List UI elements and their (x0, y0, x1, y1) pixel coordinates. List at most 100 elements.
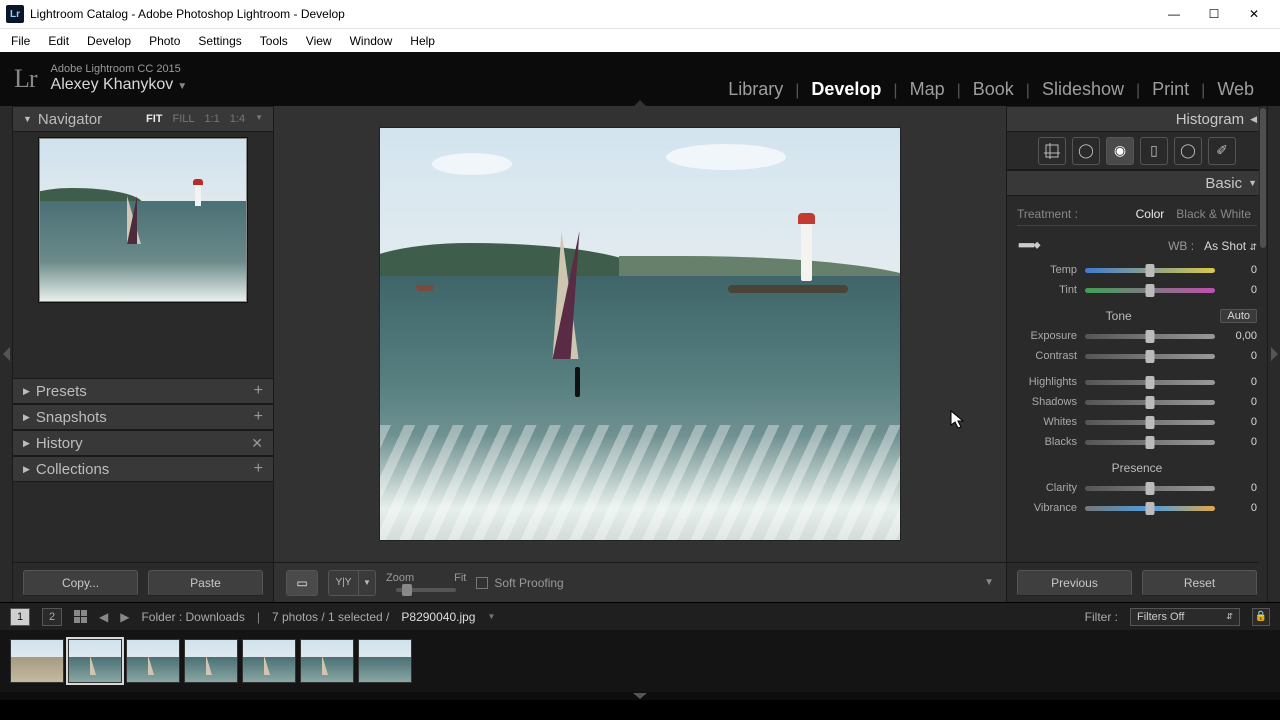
add-icon[interactable]: + (254, 408, 263, 426)
blacks-value[interactable]: 0 (1223, 436, 1257, 448)
navigator-header[interactable]: ▼ Navigator FIT FILL 1:1 1:4 ▼ (13, 106, 273, 132)
treatment-color[interactable]: Color (1130, 207, 1171, 221)
menu-window[interactable]: Window (341, 29, 402, 53)
menu-develop[interactable]: Develop (78, 29, 140, 53)
folder-path[interactable]: Folder : Downloads (141, 610, 244, 624)
right-panel-toggle[interactable] (1268, 106, 1280, 602)
clarity-slider[interactable] (1085, 486, 1215, 491)
toolbar-menu-icon[interactable]: ▼ (984, 577, 994, 588)
navigator-preview[interactable] (13, 132, 273, 378)
before-after-y-button[interactable]: Y|Y (329, 571, 359, 595)
nav-zoom-fill[interactable]: FILL (172, 113, 194, 125)
collections-header[interactable]: ▶Collections + (13, 456, 273, 482)
vibrance-slider[interactable] (1085, 506, 1215, 511)
menu-help[interactable]: Help (401, 29, 444, 53)
grid-view-icon[interactable] (74, 610, 87, 623)
exposure-slider[interactable] (1085, 334, 1215, 339)
window-maximize-button[interactable]: ☐ (1194, 0, 1234, 28)
menu-tools[interactable]: Tools (251, 29, 297, 53)
thumbnail[interactable] (68, 639, 122, 683)
chevron-down-icon[interactable]: ▼ (487, 612, 495, 621)
menu-settings[interactable]: Settings (189, 29, 250, 53)
blacks-slider[interactable] (1085, 440, 1215, 445)
window-close-button[interactable]: ✕ (1234, 0, 1274, 28)
graduated-filter-tool[interactable]: ▯ (1140, 137, 1168, 165)
wb-dropdown[interactable]: As Shot ⇵ (1204, 239, 1257, 253)
before-after-menu[interactable]: ▼ (359, 571, 375, 595)
filmstrip-next-icon[interactable]: ▶ (120, 610, 129, 624)
temp-slider[interactable] (1085, 268, 1215, 273)
shadows-value[interactable]: 0 (1223, 396, 1257, 408)
crop-tool[interactable] (1038, 137, 1066, 165)
module-map[interactable]: Map (898, 79, 957, 100)
filter-lock-icon[interactable]: 🔒 (1252, 608, 1270, 626)
adjustment-brush-tool[interactable]: ✐ (1208, 137, 1236, 165)
thumbnail[interactable] (184, 639, 238, 683)
temp-value[interactable]: 0 (1223, 264, 1257, 276)
nav-zoom-1-1[interactable]: 1:1 (204, 113, 219, 125)
second-monitor-2[interactable]: 2 (42, 608, 62, 626)
presets-header[interactable]: ▶Presets + (13, 378, 273, 404)
contrast-value[interactable]: 0 (1223, 350, 1257, 362)
current-filename[interactable]: P8290040.jpg (401, 610, 475, 624)
tint-slider[interactable] (1085, 288, 1215, 293)
basic-header[interactable]: Basic ▼ (1007, 170, 1267, 196)
chevron-down-icon[interactable]: ▼ (255, 113, 263, 125)
histogram-header[interactable]: Histogram ◀ (1007, 106, 1267, 132)
radial-filter-tool[interactable]: ◯ (1174, 137, 1202, 165)
vibrance-value[interactable]: 0 (1223, 502, 1257, 514)
loupe-view-button[interactable]: ▭ (287, 571, 317, 595)
thumbnail[interactable] (10, 639, 64, 683)
reset-button[interactable]: Reset (1142, 570, 1257, 596)
filmstrip[interactable] (0, 630, 1280, 692)
left-panel-toggle[interactable] (0, 106, 12, 602)
identity-plate[interactable]: Alexey Khanykov▼ (51, 76, 188, 94)
snapshots-header[interactable]: ▶Snapshots + (13, 404, 273, 430)
tint-value[interactable]: 0 (1223, 284, 1257, 296)
thumbnail[interactable] (358, 639, 412, 683)
module-book[interactable]: Book (961, 79, 1026, 100)
clarity-value[interactable]: 0 (1223, 482, 1257, 494)
contrast-slider[interactable] (1085, 354, 1215, 359)
thumbnail[interactable] (242, 639, 296, 683)
redeye-tool[interactable]: ◉ (1106, 137, 1134, 165)
filter-select[interactable]: Filters Off⇵ (1130, 608, 1240, 626)
module-web[interactable]: Web (1205, 79, 1266, 100)
menu-edit[interactable]: Edit (39, 29, 78, 53)
menu-photo[interactable]: Photo (140, 29, 189, 53)
add-icon[interactable]: + (254, 382, 263, 400)
thumbnail[interactable] (300, 639, 354, 683)
white-balance-picker-icon[interactable] (1013, 229, 1047, 263)
window-minimize-button[interactable]: — (1154, 0, 1194, 28)
copy-button[interactable]: Copy... (23, 570, 138, 596)
photo-canvas[interactable] (380, 128, 900, 540)
highlights-slider[interactable] (1085, 380, 1215, 385)
filmstrip-prev-icon[interactable]: ◀ (99, 610, 108, 624)
close-icon[interactable]: ✕ (251, 435, 263, 452)
second-monitor-1[interactable]: 1 (10, 608, 30, 626)
canvas-area[interactable] (274, 106, 1006, 562)
treatment-bw[interactable]: Black & White (1170, 207, 1257, 221)
previous-button[interactable]: Previous (1017, 570, 1132, 596)
spot-removal-tool[interactable]: ◯ (1072, 137, 1100, 165)
add-icon[interactable]: + (254, 460, 263, 478)
highlights-value[interactable]: 0 (1223, 376, 1257, 388)
module-slideshow[interactable]: Slideshow (1030, 79, 1136, 100)
module-library[interactable]: Library (716, 79, 795, 100)
thumbnail[interactable] (126, 639, 180, 683)
module-develop[interactable]: Develop (799, 79, 893, 100)
paste-button[interactable]: Paste (148, 570, 263, 596)
menu-file[interactable]: File (2, 29, 39, 53)
shadows-slider[interactable] (1085, 400, 1215, 405)
menu-view[interactable]: View (297, 29, 341, 53)
right-scrollbar[interactable] (1259, 106, 1267, 602)
history-header[interactable]: ▶History ✕ (13, 430, 273, 456)
zoom-slider[interactable]: ZoomFit (386, 573, 466, 592)
exposure-value[interactable]: 0,00 (1223, 330, 1257, 342)
soft-proofing-checkbox[interactable]: Soft Proofing (476, 576, 563, 590)
auto-tone-button[interactable]: Auto (1220, 309, 1257, 323)
nav-zoom-fit[interactable]: FIT (146, 113, 163, 125)
whites-slider[interactable] (1085, 420, 1215, 425)
whites-value[interactable]: 0 (1223, 416, 1257, 428)
nav-zoom-ratio[interactable]: 1:4 (230, 113, 245, 125)
